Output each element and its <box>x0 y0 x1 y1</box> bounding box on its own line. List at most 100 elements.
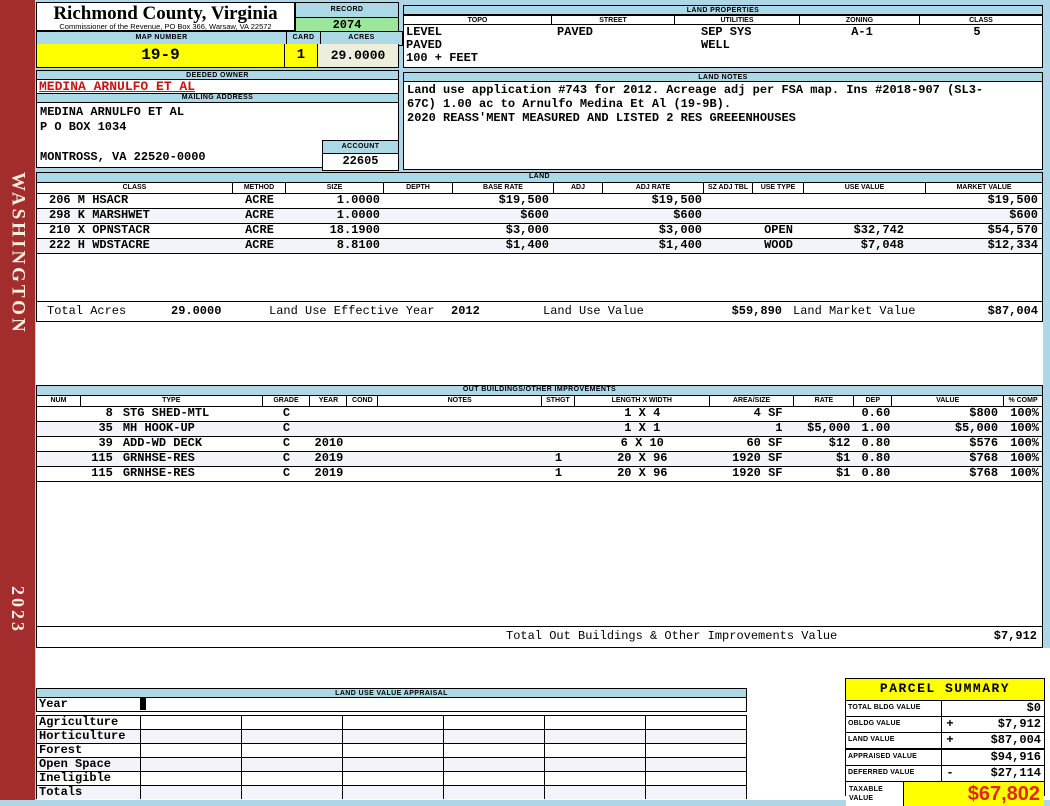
account-value: 22605 <box>322 154 399 171</box>
column-header: LENGTH X WIDTH <box>575 396 710 406</box>
summary-label: APPRAISED VALUE <box>846 750 942 765</box>
table-cell: 0.60 <box>861 407 891 420</box>
table-cell: $600 <box>673 209 702 222</box>
table-cell: ACRE <box>245 239 274 252</box>
county-header: Richmond County, Virginia Commissioner o… <box>36 2 295 31</box>
mailing-line: MEDINA ARNULFO ET AL <box>40 105 185 119</box>
table-cell <box>384 209 453 223</box>
class-value: 5 <box>973 25 981 39</box>
appraisal-row-label: Open Space <box>37 758 141 771</box>
table-cell: 210 X OPNSTACR <box>49 224 150 237</box>
table-cell: 1920 SF <box>732 452 783 465</box>
appraisal-empty-cell <box>242 772 343 785</box>
land-notes-line: 67C) 1.00 ac to Arnulfo Medina Et Al (19… <box>407 97 732 111</box>
table-cell: $1,400 <box>658 239 702 252</box>
appraisal-row: Ineligible <box>37 772 746 786</box>
table-cell: 2019 <box>314 452 344 465</box>
table-cell: C <box>282 467 291 480</box>
table-cell: STG SHED-MTL <box>122 407 210 420</box>
table-cell: 1.0000 <box>336 209 380 222</box>
appraisal-empty-cell <box>141 786 242 799</box>
appraisal-empty-cell <box>646 786 746 799</box>
district-spine-text: WASHINGTON <box>0 148 35 358</box>
table-cell: 0.80 <box>861 437 891 450</box>
summary-label: OBLDG VALUE <box>846 717 942 732</box>
land-use-value-label: Land Use Value <box>543 304 644 318</box>
column-header: USE TYPE <box>753 183 804 193</box>
summary-operator <box>942 701 958 716</box>
table-cell <box>704 194 753 208</box>
appraisal-empty-cell <box>444 758 545 771</box>
table-cell <box>378 437 542 451</box>
appraisal-row-label: Horticulture <box>37 730 141 743</box>
table-row: 210 X OPNSTACR ACRE 18.1900 $3,000 $3,000 OPE… <box>37 224 1042 239</box>
deeded-owner-name: MEDINA ARNULFO ET AL <box>39 79 196 94</box>
appraisal-empty-cell <box>545 786 646 799</box>
table-cell: 100% <box>1010 452 1039 465</box>
column-header: RATE <box>794 396 855 406</box>
table-cell <box>384 194 453 208</box>
total-acres-value: 29.0000 <box>171 304 222 318</box>
appraisal-empty-cell <box>242 744 343 757</box>
book-spine-sidebar: WASHINGTON 2023 <box>0 0 35 800</box>
appraisal-empty-cell <box>646 772 746 785</box>
appraisal-empty-cell <box>444 730 545 743</box>
parcel-summary-row: APPRAISED VALUE $94,916 <box>846 750 1044 766</box>
table-cell: 20 X 96 <box>617 452 668 465</box>
taxable-value: $67,802 <box>904 782 1044 806</box>
appraisal-empty-cell <box>141 758 242 771</box>
out-buildings-title: OUT BUILDINGS/OTHER IMPROVEMENTS <box>37 386 1042 396</box>
land-notes-header: LAND NOTES <box>403 72 1043 82</box>
parcel-summary-row: OBLDG VALUE + $7,912 <box>846 717 1044 733</box>
table-cell: 206 M HSACR <box>49 194 129 207</box>
topo-values: LEVEL PAVED 100 + FEET <box>406 25 479 65</box>
table-cell <box>378 407 542 421</box>
column-header: DEP <box>854 396 893 406</box>
table-cell <box>704 209 753 223</box>
table-row: 115 GRNHSE-RES C 2019 1 20 X 96 1920 SF $1 0.80 $… <box>37 467 1042 482</box>
column-header-utilities: UTILITIES <box>675 15 800 25</box>
map-number-value: 19-9 <box>36 44 285 68</box>
zoning-value: A-1 <box>851 25 873 39</box>
table-cell: 115 <box>91 467 113 480</box>
appraisal-row: Totals <box>37 786 746 799</box>
table-cell: 222 H WDSTACRE <box>49 239 150 252</box>
summary-operator: + <box>946 717 954 731</box>
table-cell: 8 <box>105 407 113 420</box>
table-cell: $19,500 <box>987 194 1038 207</box>
table-cell: MH HOOK-UP <box>122 422 195 435</box>
table-row: 298 K MARSHWET ACRE 1.0000 $600 $600 $600 <box>37 209 1042 224</box>
table-cell <box>704 224 753 238</box>
table-cell: GRNHSE-RES <box>122 452 195 465</box>
parcel-summary-row: LAND VALUE + $87,004 <box>846 733 1044 750</box>
card-value: 1 <box>285 44 318 68</box>
street-values: PAVED <box>557 25 594 39</box>
table-cell <box>347 467 378 481</box>
column-header: GRADE <box>263 396 311 406</box>
column-header-topo: TOPO <box>403 15 552 25</box>
table-cell: $3,000 <box>505 224 549 237</box>
total-acres-label: Total Acres <box>47 304 127 318</box>
appraisal-empty-cell <box>343 730 444 743</box>
column-header: ADJ RATE <box>603 183 704 193</box>
appraisal-year-row: Year <box>36 698 747 712</box>
appraisal-row: Year <box>37 698 146 710</box>
table-cell <box>753 209 804 223</box>
land-notes-box: Land use application #743 for 2012. Acre… <box>403 82 1043 170</box>
appraisal-empty-cell <box>444 786 545 799</box>
record-box: RECORD 2074 <box>295 2 399 34</box>
property-record-card: WASHINGTON 2023 Richmond County, Virgini… <box>0 0 1050 806</box>
appraisal-empty-cell <box>646 744 746 757</box>
table-cell: $32,742 <box>853 224 904 237</box>
table-row: 39 ADD-WD DECK C 2010 6 X 10 60 SF $12 0.80 $576… <box>37 437 1042 452</box>
summary-value: $7,912 <box>997 717 1041 731</box>
table-cell: $19,500 <box>651 194 702 207</box>
appraisal-empty-cell <box>141 716 242 729</box>
appraisal-empty-cell <box>545 730 646 743</box>
table-cell: WOOD <box>764 239 793 252</box>
mailing-line: P O BOX 1034 <box>40 120 127 134</box>
appraisal-empty-cell <box>343 716 444 729</box>
summary-operator: + <box>946 733 954 747</box>
column-header-zoning: ZONING <box>800 15 920 25</box>
land-table: LAND CLASS METHOD SIZE DEPTH BASE RATE ADJ ADJ… <box>36 172 1043 322</box>
